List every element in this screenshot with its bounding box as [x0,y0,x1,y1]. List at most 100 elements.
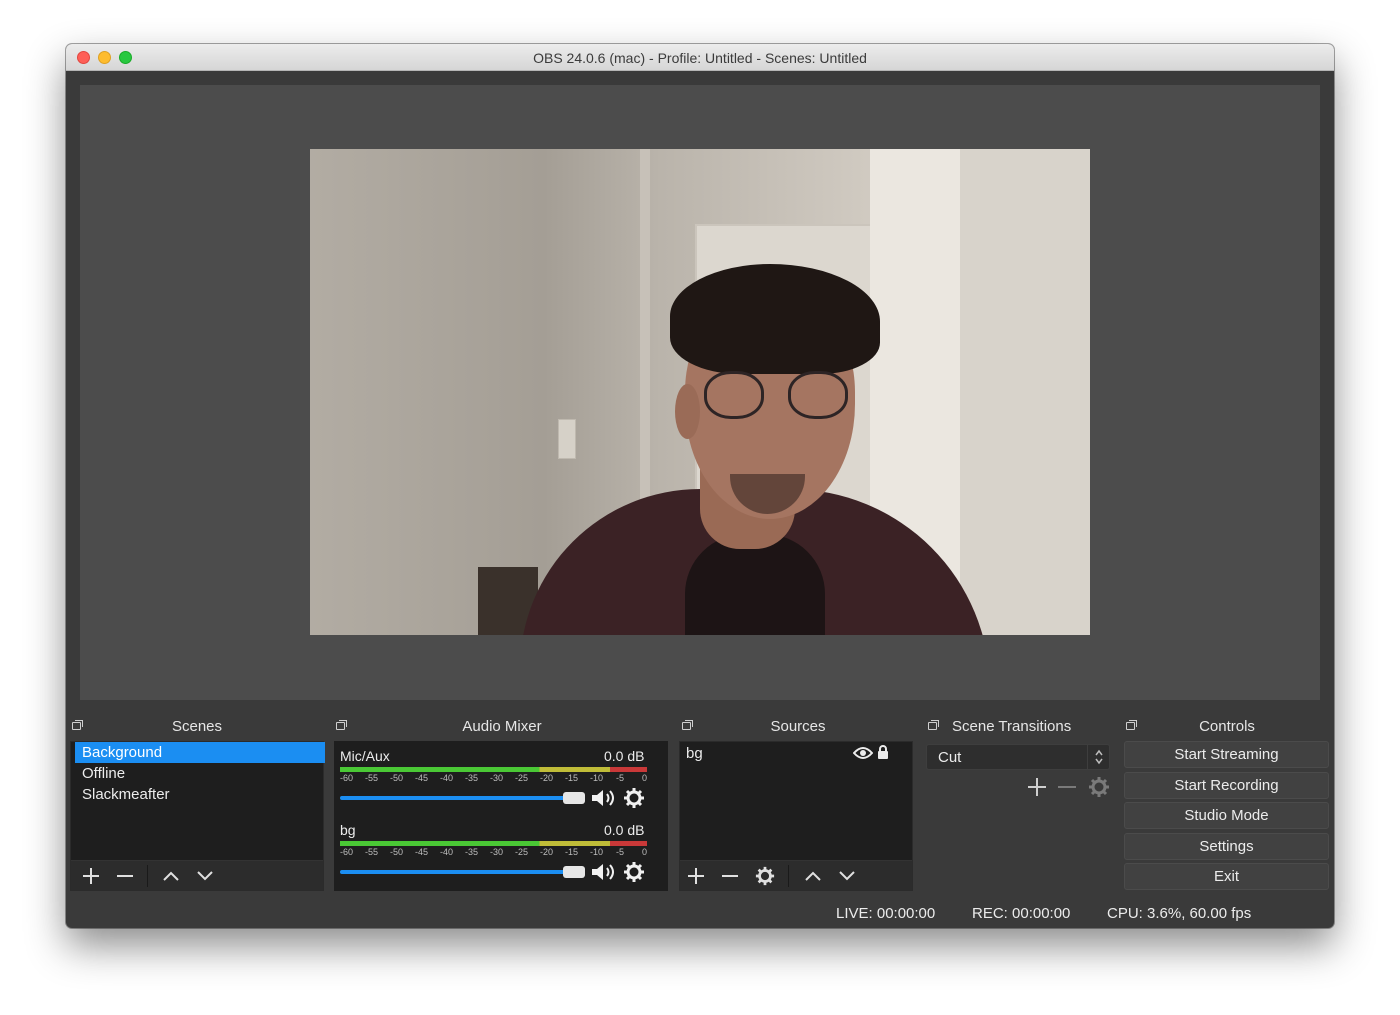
sources-list[interactable]: bg [679,741,913,891]
audio-mixer-dock-header: Audio Mixer [330,716,674,740]
meter-tick: -35 [465,773,479,783]
transition-select-value: Cut [938,749,962,766]
obs-window: OBS 24.0.6 (mac) - Profile: Untitled - S… [66,44,1334,928]
meter-tick: -30 [490,773,504,783]
eye-icon[interactable] [853,746,873,760]
plus-icon [83,868,99,884]
meter-scale: -60 -55 -50 -45 -40 -35 -30 -25 -20 -15 … [340,847,650,858]
sources-dock-header: Sources [676,716,920,740]
title-bar[interactable]: OBS 24.0.6 (mac) - Profile: Untitled - S… [66,44,1334,71]
exit-button[interactable]: Exit [1124,863,1329,890]
meter-tick: -50 [390,847,404,857]
audio-mixer-panel: Mic/Aux 0.0 dB -60 -55 -50 -45 -40 -35 -… [334,741,668,891]
preview-area[interactable] [80,85,1320,700]
audio-mixer-title: Audio Mixer [462,718,542,735]
volume-meter [340,841,647,846]
meter-tick: -45 [415,773,429,783]
start-recording-button[interactable]: Start Recording [1124,772,1329,799]
meter-tick: 0 [642,847,648,857]
minus-icon [722,875,738,877]
status-bar: LIVE: 00:00:00 REC: 00:00:00 CPU: 3.6%, … [66,900,1334,928]
float-dock-icon[interactable] [928,720,939,730]
glasses-left-lens [704,371,764,419]
remove-source-button[interactable] [714,861,746,891]
add-source-button[interactable] [680,861,712,891]
remove-scene-button[interactable] [109,861,141,891]
plus-icon [688,868,704,884]
meter-tick: 0 [642,773,648,783]
volume-slider-handle[interactable] [563,866,585,878]
minus-icon [117,875,133,877]
scene-item-slackmeafter[interactable]: Slackmeafter [75,784,325,805]
add-transition-icon[interactable] [1027,777,1047,797]
source-item-bg[interactable]: bg [686,745,703,762]
volume-slider-track[interactable] [340,870,570,874]
mixer-channel-db: 0.0 dB [604,748,645,764]
chevron-updown-icon [1087,745,1109,769]
scene-item-background[interactable]: Background [75,742,325,763]
scenes-dock-header: Scenes [66,716,328,740]
volume-meter [340,767,647,772]
meter-tick: -25 [515,847,529,857]
camera-preview[interactable] [310,149,1090,635]
start-streaming-button[interactable]: Start Streaming [1124,741,1329,768]
window-title: OBS 24.0.6 (mac) - Profile: Untitled - S… [533,50,867,66]
down-arrow-icon [839,871,855,881]
meter-tick: -50 [390,773,404,783]
scenes-toolbar [71,860,323,890]
meter-tick: -20 [540,847,554,857]
lock-icon[interactable] [877,745,889,759]
gear-icon [755,866,775,886]
controls-dock-header: Controls [1120,716,1334,740]
meter-tick: -60 [340,773,354,783]
rec-timer: REC: 00:00:00 [972,905,1071,922]
meter-tick: -25 [515,773,529,783]
person-ear [675,384,700,439]
meter-tick: -10 [590,847,604,857]
settings-button[interactable]: Settings [1124,833,1329,860]
toolbar-divider [147,865,148,887]
controls-title: Controls [1199,718,1255,735]
meter-tick: -5 [616,773,625,783]
door-frame-right [960,149,1090,635]
transition-gear-icon[interactable] [1088,776,1110,798]
gear-icon[interactable] [623,787,645,809]
gear-icon[interactable] [623,861,645,883]
studio-mode-button[interactable]: Studio Mode [1124,802,1329,829]
volume-slider-handle[interactable] [563,792,585,804]
mixer-channel-name: bg [340,822,356,838]
light-switch [558,419,576,459]
meter-tick: -60 [340,847,354,857]
volume-slider-track[interactable] [340,796,570,800]
cpu-fps-status: CPU: 3.6%, 60.00 fps [1107,905,1252,922]
speaker-icon[interactable] [590,787,618,809]
meter-tick: -5 [616,847,625,857]
meter-tick: -45 [415,847,429,857]
scene-transitions-title: Scene Transitions [952,718,1072,735]
scene-item-offline[interactable]: Offline [75,763,325,784]
sources-toolbar [680,860,912,890]
scenes-dock-title: Scenes [171,718,223,735]
add-scene-button[interactable] [75,861,107,891]
mixer-channel-name: Mic/Aux [340,748,390,764]
meter-tick: -40 [440,773,454,783]
speaker-icon[interactable] [590,861,618,883]
live-timer: LIVE: 00:00:00 [836,905,936,922]
transition-select[interactable]: Cut [926,744,1110,770]
glasses-right-lens [788,371,848,419]
person-hair [670,264,880,374]
meter-tick: -40 [440,847,454,857]
remove-transition-icon[interactable] [1057,777,1077,797]
move-scene-up-button[interactable] [155,861,187,891]
move-scene-down-button[interactable] [189,861,221,891]
up-arrow-icon [805,871,821,881]
scene-transitions-dock-header: Scene Transitions [922,716,1116,740]
source-properties-button[interactable] [749,861,781,891]
sources-dock-title: Sources [770,718,826,735]
move-source-down-button[interactable] [831,861,863,891]
toolbar-divider [788,865,789,887]
up-arrow-icon [163,871,179,881]
mixer-channel-db: 0.0 dB [604,822,645,838]
scenes-list[interactable]: Background Offline Slackmeafter [70,741,325,891]
move-source-up-button[interactable] [797,861,829,891]
